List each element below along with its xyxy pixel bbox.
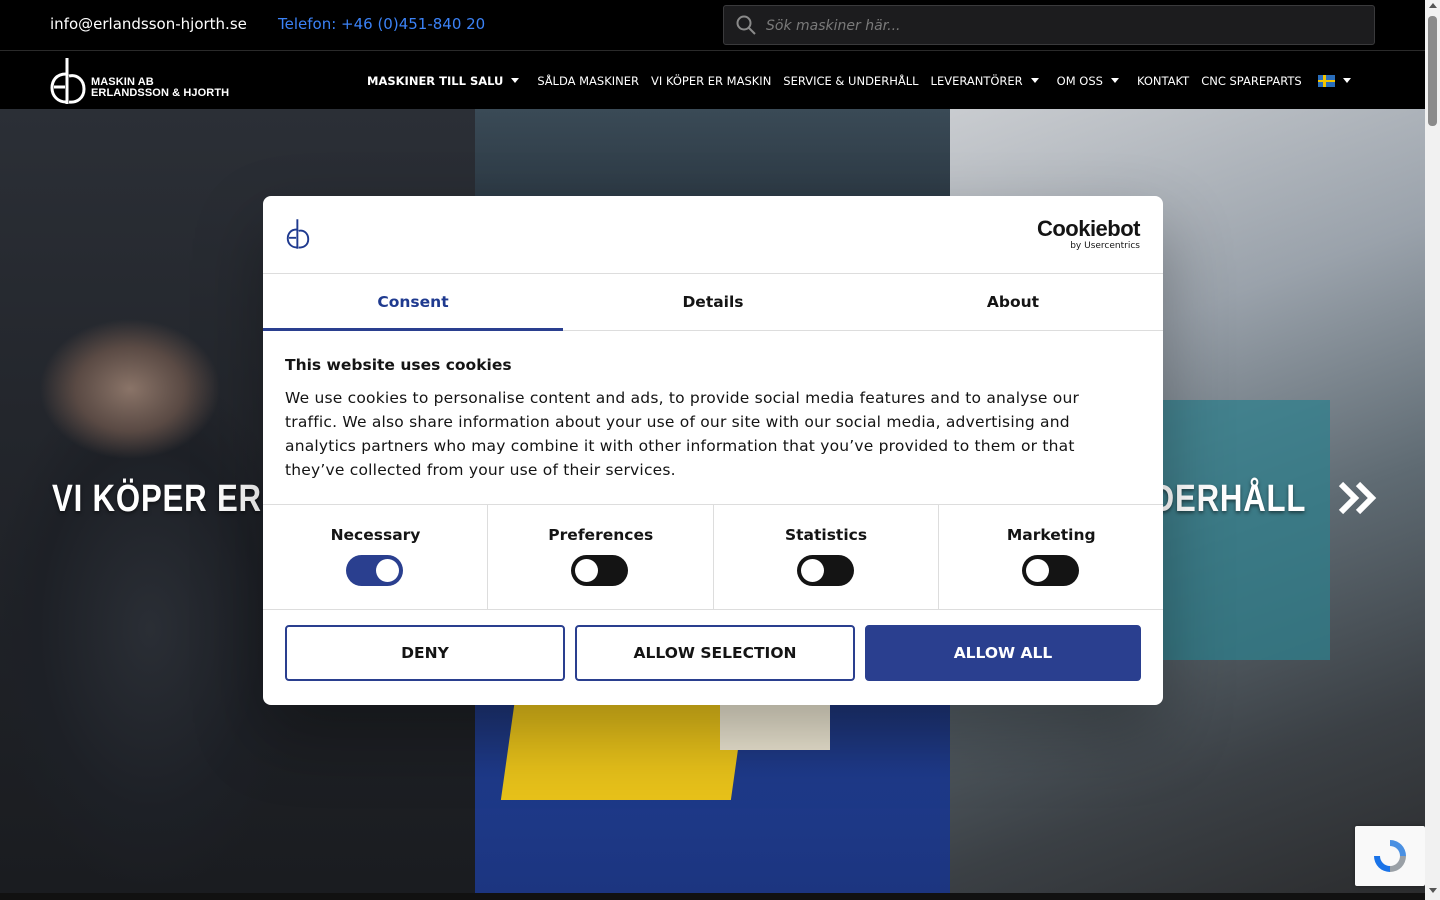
toggle-group-marketing: Marketing (939, 505, 1163, 609)
nav-item-vi-koper-er-maskin[interactable]: VI KÖPER ER MASKIN (651, 74, 771, 88)
consent-toggles: Necessary Preferences Statistics Marketi… (263, 504, 1163, 610)
site-logo[interactable]: MASKIN AB ERLANDSSON & HJORTH (50, 56, 230, 106)
search-box[interactable] (723, 5, 1375, 46)
toggle-group-preferences: Preferences (488, 505, 714, 609)
nav-item-label: OM OSS (1056, 73, 1103, 88)
nav-item-label: VI KÖPER ER MASKIN (651, 73, 772, 88)
caret-down-icon[interactable] (1342, 78, 1351, 83)
toggle-knob (800, 559, 824, 582)
caret-down-icon[interactable] (1030, 78, 1039, 83)
preferences-toggle[interactable] (571, 555, 629, 586)
toggle-label-necessary: Necessary (330, 526, 421, 544)
toggle-group-statistics: Statistics (714, 505, 939, 609)
recaptcha-badge[interactable] (1355, 826, 1425, 886)
consent-buttons: DENY ALLOW SELECTION ALLOW ALL (285, 625, 1141, 681)
consent-body: We use cookies to personalise content an… (285, 389, 1080, 479)
nav-item-cnc-spareparts[interactable]: CNC SPAREPARTS (1201, 74, 1302, 88)
hero-heading-buy[interactable]: VI KÖPER ER M (52, 478, 298, 521)
tab-about[interactable]: About (863, 273, 1163, 330)
tab-details[interactable]: Details (563, 273, 863, 330)
scrollbar[interactable] (1425, 0, 1440, 900)
nav-item-kontakt[interactable]: KONTAKT (1137, 74, 1189, 88)
dialog-tabs: Consent Details About (263, 273, 1163, 331)
nav-item-label: CNC SPAREPARTS (1201, 73, 1302, 88)
toggle-knob (575, 559, 599, 582)
consent-text: This website uses cookies We use cookies… (285, 356, 1115, 482)
nav-item-leverantorer[interactable]: LEVERANTÖRER (931, 74, 1045, 88)
eh-logo-mark (50, 58, 86, 104)
nav-item-salda-maskiner[interactable]: SÅLDA MASKINER (537, 74, 639, 88)
nav-item-label: LEVERANTÖRER (930, 73, 1023, 88)
allow-selection-button[interactable]: ALLOW SELECTION (575, 625, 855, 681)
nav-menu: MASKINER TILL SALU SÅLDA MASKINER VI KÖP… (367, 51, 1369, 110)
toggle-group-necessary: Necessary (263, 505, 489, 609)
cookiebot-name: Cookiebot (1036, 216, 1141, 241)
page-bottom-strip (0, 893, 1425, 900)
search-icon (736, 15, 756, 35)
toggle-knob (1025, 559, 1049, 582)
scroll-up-arrow-icon[interactable] (1429, 3, 1437, 8)
consent-heading: This website uses cookies (285, 356, 512, 374)
nav-item-om-oss[interactable]: OM OSS (1057, 74, 1125, 88)
caret-down-icon[interactable] (1110, 78, 1119, 83)
marketing-toggle[interactable] (1021, 555, 1079, 586)
main-navigation: MASKIN AB ERLANDSSON & HJORTH MASKINER T… (0, 50, 1425, 111)
recaptcha-icon (1374, 840, 1406, 872)
double-chevron-right-icon[interactable] (1338, 480, 1380, 516)
dialog-header: Cookiebot by Usercentrics (263, 196, 1163, 274)
cookie-consent-dialog: Cookiebot by Usercentrics Consent Detail… (263, 196, 1163, 705)
nav-item-maskiner-till-salu[interactable]: MASKINER TILL SALU (367, 74, 525, 88)
nav-item-label: MASKINER TILL SALU (367, 73, 504, 88)
toggle-knob (376, 559, 399, 582)
toggle-label-preferences: Preferences (548, 526, 654, 544)
deny-button[interactable]: DENY (285, 625, 565, 681)
top-bar: info@erlandsson-hjorth.se Telefon: +46 (… (0, 0, 1425, 50)
email-link[interactable]: info@erlandsson-hjorth.se (50, 15, 247, 33)
scrollbar-thumb[interactable] (1428, 16, 1437, 126)
scroll-down-arrow-icon[interactable] (1429, 888, 1437, 893)
nav-item-label: SÅLDA MASKINER (537, 73, 640, 88)
nav-item-label: SERVICE & UNDERHÅLL (783, 73, 919, 88)
eh-logo-mark (286, 219, 310, 249)
phone-link[interactable]: Telefon: +46 (0)451-840 20 (278, 15, 485, 33)
tab-consent[interactable]: Consent (263, 273, 563, 331)
nav-item-label: KONTAKT (1136, 73, 1190, 88)
allow-all-button[interactable]: ALLOW ALL (865, 625, 1141, 681)
necessary-toggle[interactable] (346, 555, 403, 586)
statistics-toggle[interactable] (796, 555, 854, 586)
logo-line-2: ERLANDSSON & HJORTH (91, 87, 230, 99)
toggle-label-marketing: Marketing (1006, 526, 1096, 544)
cookiebot-logo[interactable]: Cookiebot by Usercentrics (1036, 216, 1141, 252)
caret-down-icon[interactable] (511, 78, 520, 83)
search-input[interactable] (764, 6, 1358, 46)
swedish-flag-icon (1317, 74, 1335, 87)
toggle-label-statistics: Statistics (784, 526, 868, 544)
nav-item-service-underhall[interactable]: SERVICE & UNDERHÅLL (783, 74, 918, 88)
cookiebot-sub: by Usercentrics (1070, 241, 1140, 251)
language-switcher[interactable] (1314, 74, 1357, 87)
